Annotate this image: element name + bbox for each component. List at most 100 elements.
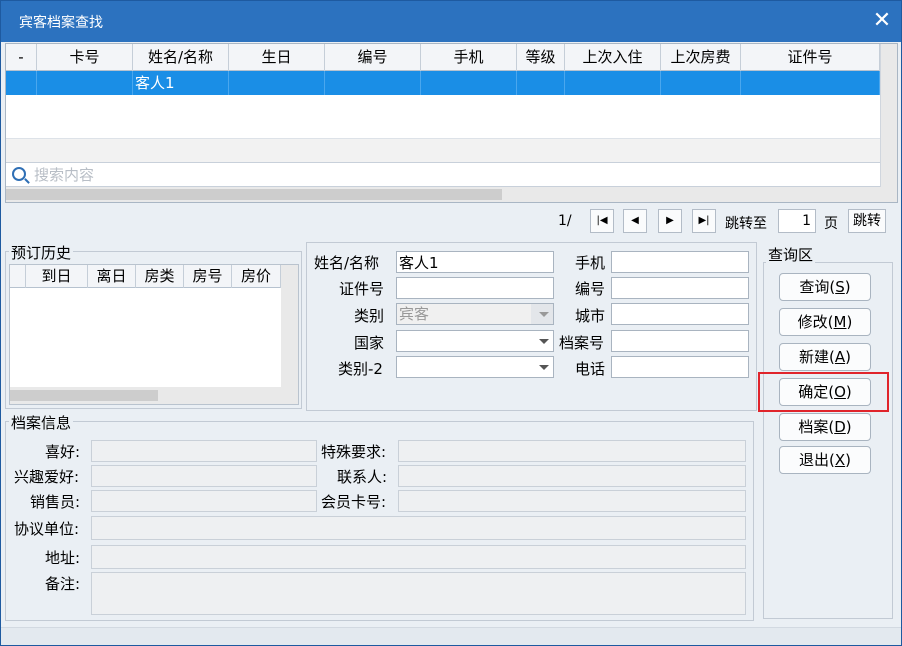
- booking-history-title: 预订历史: [9, 242, 74, 263]
- col-header-marker: [10, 265, 26, 288]
- archive-no-field[interactable]: [611, 330, 749, 352]
- booking-history-header: 到日 离日 房类 房号 房价: [10, 265, 281, 288]
- table-cell: [517, 71, 565, 95]
- grid-horizontal-scroll-thumb[interactable]: [6, 189, 502, 200]
- col-header-number[interactable]: 编号: [325, 44, 421, 71]
- new-button[interactable]: 新建(A): [779, 343, 871, 371]
- booking-history-scroll-thumb[interactable]: [10, 390, 158, 401]
- table-cell: [325, 71, 421, 95]
- id-no-field[interactable]: [396, 277, 554, 299]
- exit-button[interactable]: 退出(X): [779, 446, 871, 474]
- col-header-last-checkin[interactable]: 上次入住: [565, 44, 661, 71]
- new-button-shortcut: A: [834, 348, 846, 366]
- col-header-id-no[interactable]: 证件号: [741, 44, 880, 71]
- address-field[interactable]: [91, 545, 746, 569]
- first-page-icon[interactable]: |◀: [590, 209, 614, 233]
- interest-label: 兴趣爱好:: [14, 468, 80, 486]
- next-page-icon[interactable]: ▶: [658, 209, 682, 233]
- title-bar: 宾客档案查找 ✕: [1, 1, 901, 42]
- category-select-value: 宾客: [399, 305, 430, 323]
- query-button[interactable]: 查询(S): [779, 273, 871, 301]
- contact-field[interactable]: [398, 465, 746, 487]
- query-button-shortcut: S: [835, 278, 845, 296]
- jump-button[interactable]: 跳转: [848, 209, 886, 233]
- category-label: 类别: [354, 307, 385, 325]
- name-field[interactable]: [396, 251, 554, 273]
- col-header-arrival[interactable]: 到日: [26, 265, 88, 288]
- booking-history-vertical-scrollbar[interactable]: [281, 265, 298, 387]
- archive-button-shortcut: D: [834, 418, 846, 436]
- archive-info-title: 档案信息: [9, 412, 74, 433]
- query-button-label: 查询: [799, 278, 830, 296]
- agreement-unit-field[interactable]: [91, 516, 746, 540]
- remark-field[interactable]: [91, 572, 746, 615]
- category2-select[interactable]: [396, 356, 554, 378]
- archive-button[interactable]: 档案(D): [779, 413, 871, 441]
- page-number-input[interactable]: [778, 209, 816, 233]
- col-header-room-type[interactable]: 房类: [136, 265, 184, 288]
- col-header-room-rate[interactable]: 房价: [232, 265, 281, 288]
- category2-label: 类别-2: [338, 360, 383, 378]
- page-unit-label: 页: [824, 216, 838, 232]
- grid-horizontal-scrollbar[interactable]: [6, 187, 897, 202]
- chevron-down-icon[interactable]: [539, 365, 549, 370]
- col-header-last-rate[interactable]: 上次房费: [661, 44, 741, 71]
- search-bar: [6, 162, 880, 187]
- special-request-field[interactable]: [398, 440, 746, 462]
- phone-field[interactable]: [611, 356, 749, 378]
- modify-button[interactable]: 修改(M): [779, 308, 871, 336]
- country-label: 国家: [354, 334, 385, 352]
- salesperson-label: 销售员:: [30, 493, 81, 511]
- table-row[interactable]: 客人1: [6, 71, 880, 95]
- table-cell: [37, 71, 133, 95]
- booking-history-horizontal-scrollbar[interactable]: [10, 387, 298, 404]
- guest-grid-header: - 卡号 姓名/名称 生日 编号 手机 等级 上次入住 上次房费 证件号: [6, 44, 880, 71]
- close-icon[interactable]: ✕: [869, 7, 895, 35]
- id-no-label: 证件号: [339, 280, 385, 298]
- confirm-button-highlight: [758, 372, 889, 412]
- exit-button-shortcut: X: [834, 451, 846, 469]
- mobile-field[interactable]: [611, 251, 749, 273]
- table-cell: [229, 71, 325, 95]
- chevron-down-icon[interactable]: [539, 339, 549, 344]
- hobby-label: 喜好:: [45, 443, 81, 461]
- status-strip: [1, 627, 901, 645]
- page-indicator: 1/: [558, 213, 572, 229]
- number-field[interactable]: [611, 277, 749, 299]
- table-cell: [421, 71, 517, 95]
- hobby-field[interactable]: [91, 440, 317, 462]
- col-header-level[interactable]: 等级: [517, 44, 565, 71]
- search-input[interactable]: [34, 164, 874, 186]
- col-header-departure[interactable]: 离日: [88, 265, 136, 288]
- interest-field[interactable]: [91, 465, 317, 487]
- table-cell: [565, 71, 661, 95]
- city-label: 城市: [575, 307, 606, 325]
- country-select[interactable]: [396, 330, 554, 352]
- col-header-marker[interactable]: -: [6, 44, 37, 71]
- modify-button-label: 修改: [797, 313, 828, 331]
- number-label: 编号: [575, 280, 606, 298]
- mobile-label: 手机: [575, 254, 606, 272]
- prev-page-icon[interactable]: ◀: [623, 209, 647, 233]
- salesperson-field[interactable]: [91, 490, 317, 512]
- col-header-birthday[interactable]: 生日: [229, 44, 325, 71]
- grid-vertical-scrollbar[interactable]: [880, 44, 897, 187]
- col-header-mobile[interactable]: 手机: [421, 44, 517, 71]
- phone-label: 电话: [575, 360, 606, 378]
- exit-button-label: 退出: [798, 451, 829, 469]
- archive-no-label: 档案号: [559, 334, 605, 352]
- table-cell: [661, 71, 741, 95]
- member-card-field[interactable]: [398, 490, 746, 512]
- address-label: 地址:: [45, 549, 81, 567]
- window-title: 宾客档案查找: [19, 15, 103, 31]
- col-header-room-no[interactable]: 房号: [184, 265, 232, 288]
- modify-button-shortcut: M: [833, 313, 847, 331]
- remark-label: 备注:: [45, 575, 81, 593]
- col-header-name[interactable]: 姓名/名称: [133, 44, 229, 71]
- booking-history-grid: 到日 离日 房类 房号 房价: [9, 264, 299, 405]
- city-field[interactable]: [611, 303, 749, 325]
- guest-archive-search-window: 宾客档案查找 ✕ - 卡号 姓名/名称 生日 编号 手机 等级 上次入住 上次房…: [0, 0, 902, 646]
- col-header-card-no[interactable]: 卡号: [37, 44, 133, 71]
- last-page-icon[interactable]: ▶|: [692, 209, 716, 233]
- new-button-label: 新建: [799, 348, 830, 366]
